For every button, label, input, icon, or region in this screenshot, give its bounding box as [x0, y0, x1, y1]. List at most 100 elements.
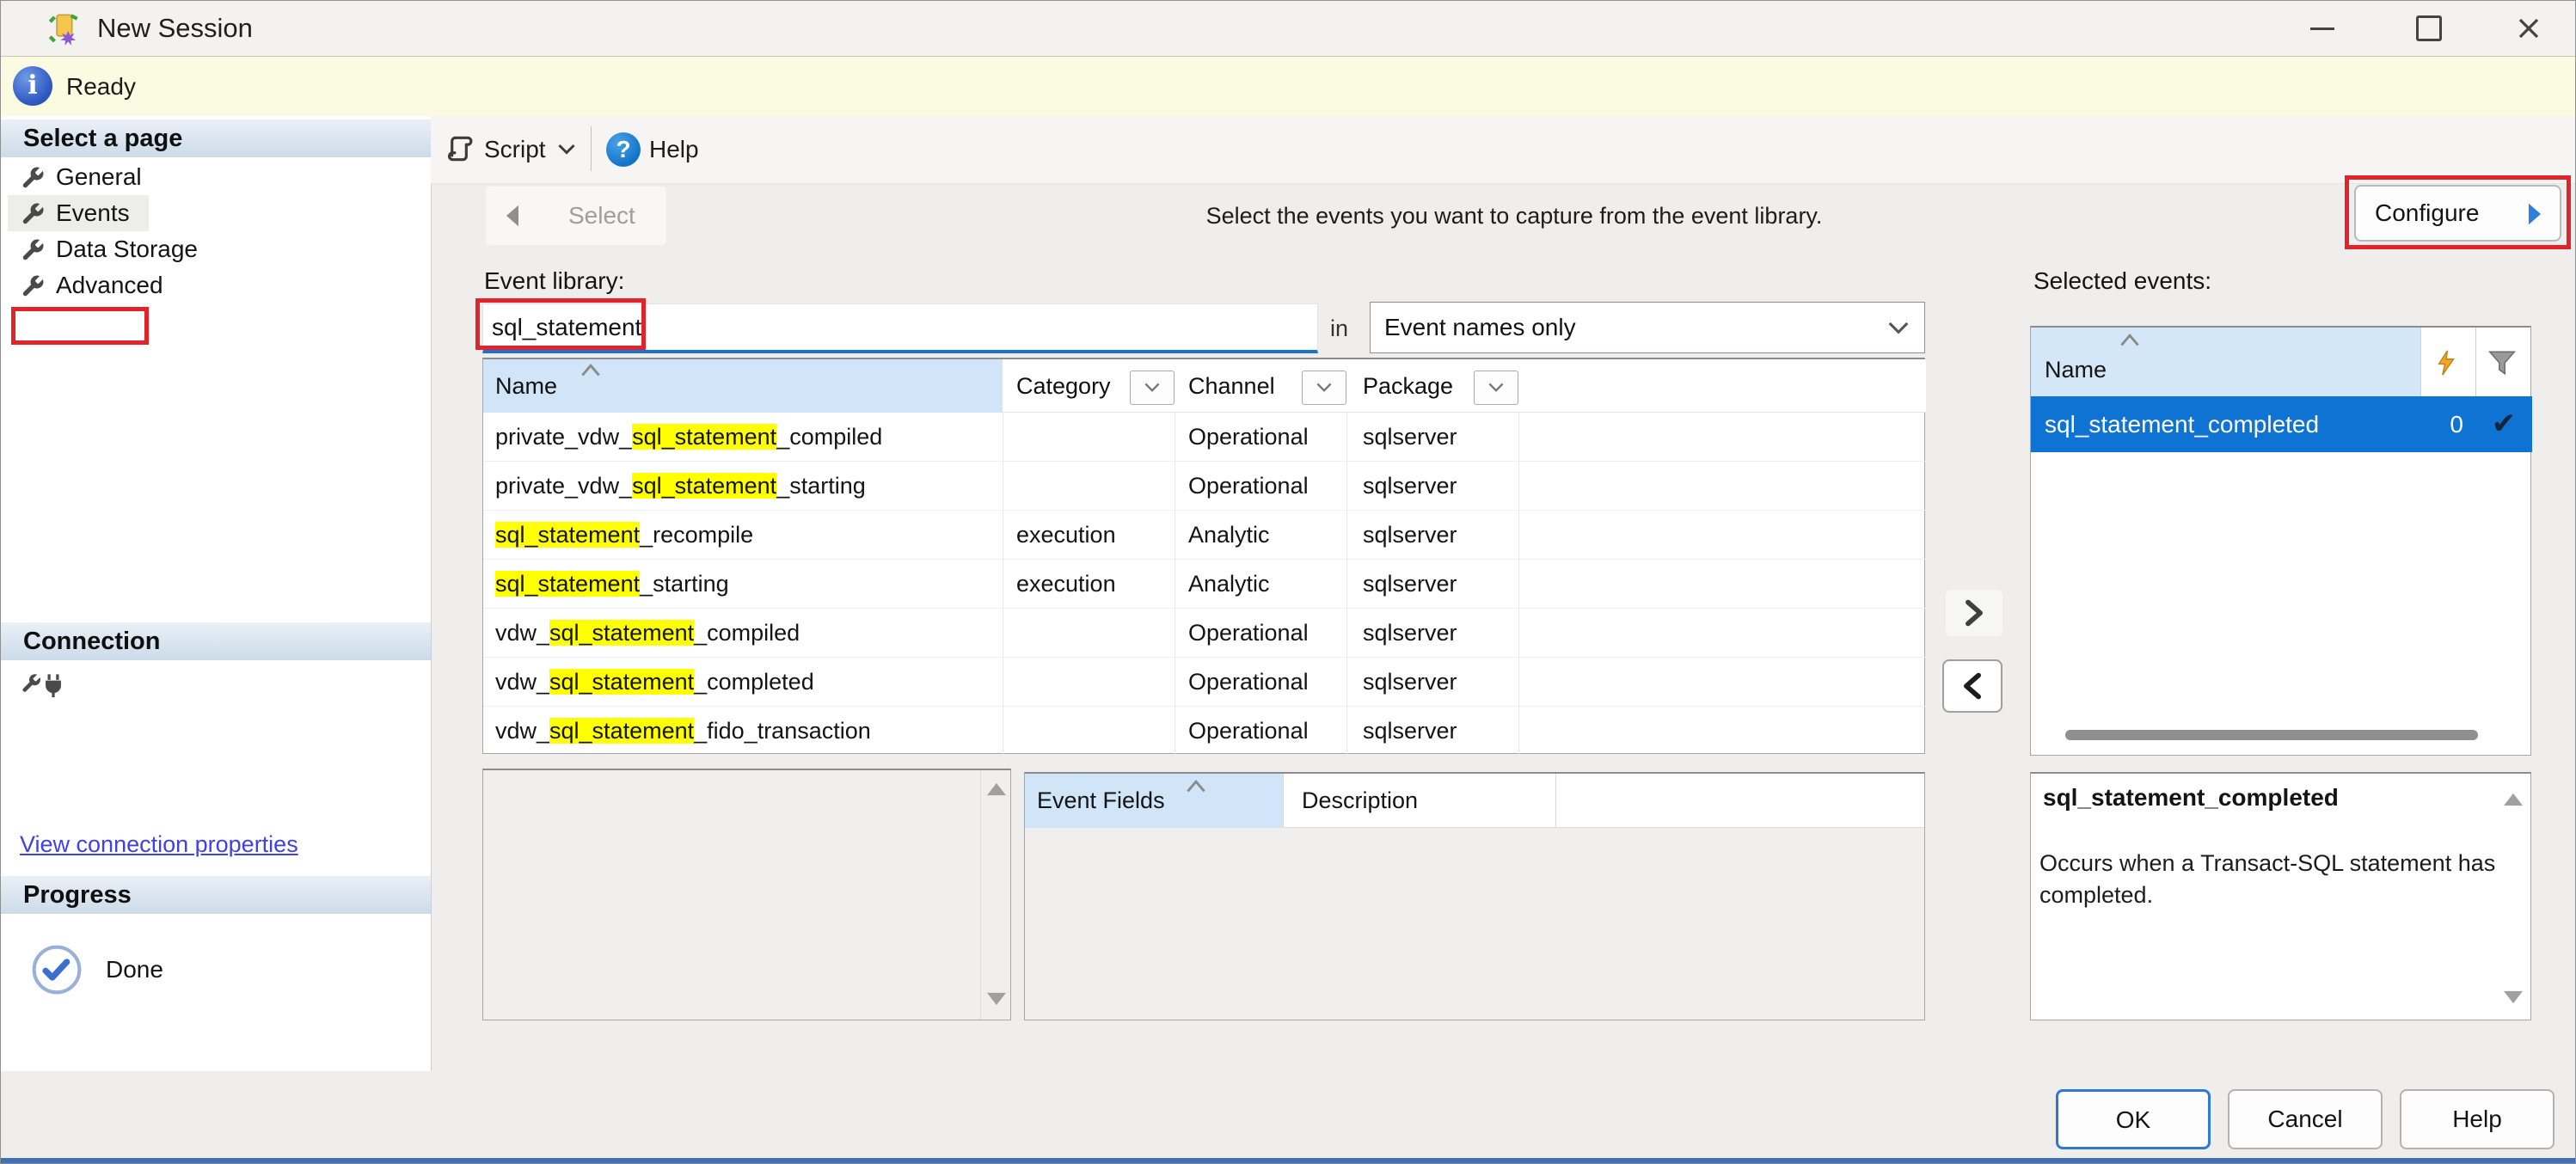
event-package: sqlserver — [1363, 707, 1457, 756]
wrench-icon — [20, 273, 46, 299]
event-row[interactable]: private_vdw_sql_statement_compiled Opera… — [483, 413, 1926, 462]
event-name-pre: vdw_ — [495, 620, 549, 646]
library-table-header: Name Category Channel Package — [483, 359, 1926, 413]
select-back-button[interactable]: Select — [486, 187, 666, 245]
column-header-description[interactable]: Description — [1302, 774, 1418, 828]
event-library-label: Event library: — [484, 264, 624, 298]
event-package: sqlserver — [1363, 462, 1457, 511]
sidebar-item-data-storage[interactable]: Data Storage — [1, 231, 431, 267]
sort-ascending-icon — [1185, 779, 1207, 793]
sidebar-item-advanced[interactable]: Advanced — [1, 267, 431, 303]
help-button[interactable]: Help — [2400, 1089, 2555, 1149]
event-fields-header: Event Fields Description — [1025, 774, 1924, 828]
close-button[interactable] — [2490, 1, 2567, 56]
forward-arrow-icon — [2525, 202, 2544, 226]
event-description-title: sql_statement_completed — [2043, 784, 2339, 812]
event-name-match: sql_statement — [495, 571, 640, 597]
sidebar-item-general[interactable]: General — [1, 159, 431, 195]
event-name-post: _fido_transaction — [694, 718, 871, 744]
remove-event-button[interactable] — [1942, 659, 2003, 713]
maximize-button[interactable] — [2390, 1, 2468, 56]
help-toolbar-button[interactable]: Help — [649, 116, 699, 183]
selected-events-label: Selected events: — [2033, 264, 2211, 298]
selected-column-header-name[interactable]: Name — [2031, 328, 2420, 396]
scroll-down-icon[interactable] — [987, 992, 1006, 1006]
selected-event-row[interactable]: sql_statement_completed 0 ✔ — [2031, 396, 2532, 452]
event-name-match: sql_statement — [549, 669, 694, 695]
info-icon: i — [13, 66, 52, 106]
event-row[interactable]: sql_statement_starting execution Analyti… — [483, 560, 1926, 609]
help-question-icon[interactable]: ? — [606, 132, 641, 167]
chevron-down-icon — [1316, 383, 1332, 393]
script-dropdown-icon[interactable] — [558, 144, 575, 156]
view-connection-properties-link[interactable]: View connection properties — [20, 831, 298, 858]
event-row[interactable]: vdw_sql_statement_completed Operational … — [483, 658, 1926, 707]
category-filter-button[interactable] — [1130, 371, 1175, 405]
event-name-match: sql_statement — [495, 522, 640, 548]
event-detail-listbox — [482, 769, 1011, 1020]
column-header-category[interactable]: Category — [1016, 359, 1111, 413]
scrollbar-track — [980, 770, 981, 1020]
minimize-icon — [2310, 28, 2334, 30]
horizontal-scrollbar-thumb[interactable] — [2065, 730, 2478, 740]
add-event-button[interactable] — [1946, 590, 2003, 636]
event-row[interactable]: sql_statement_recompile execution Analyt… — [483, 511, 1926, 560]
chevron-right-icon — [1963, 599, 1985, 627]
event-package: sqlserver — [1363, 413, 1457, 462]
sidebar-item-events[interactable]: Events — [1, 195, 431, 231]
chevron-down-icon — [1888, 322, 1909, 335]
package-filter-button[interactable] — [1474, 371, 1518, 405]
event-name-pre: vdw_ — [495, 718, 549, 744]
status-bar: i Ready — [1, 56, 2576, 118]
sidebar-item-label: Advanced — [56, 267, 163, 303]
lightning-icon[interactable] — [2432, 345, 2461, 381]
scroll-down-icon[interactable] — [2504, 990, 2523, 1004]
event-row[interactable]: private_vdw_sql_statement_starting Opera… — [483, 462, 1926, 511]
ok-button[interactable]: OK — [2056, 1089, 2211, 1149]
selected-name-label: Name — [2045, 343, 2107, 396]
event-package: sqlserver — [1363, 560, 1457, 609]
event-fields-table: Event Fields Description — [1024, 772, 1925, 1020]
column-header-name[interactable]: Name — [483, 359, 1003, 413]
back-arrow-icon — [503, 204, 522, 228]
minimize-button[interactable] — [2284, 1, 2361, 56]
event-name-post: _starting — [640, 571, 729, 597]
chevron-left-icon — [1961, 672, 1984, 700]
scroll-up-icon[interactable] — [2504, 793, 2523, 806]
cancel-button[interactable]: Cancel — [2228, 1089, 2383, 1149]
wrench-icon — [20, 201, 46, 227]
search-scope-dropdown[interactable]: Event names only — [1370, 302, 1925, 353]
configure-label: Configure — [2375, 187, 2479, 240]
channel-filter-button[interactable] — [1302, 371, 1346, 405]
configure-button[interactable]: Configure — [2354, 185, 2561, 242]
done-check-icon — [30, 943, 83, 996]
status-text: Ready — [66, 57, 136, 117]
event-name-post: _starting — [776, 473, 866, 499]
event-search-input[interactable] — [482, 303, 1318, 353]
select-a-page-header: Select a page — [1, 119, 431, 157]
script-button[interactable]: Script — [484, 116, 546, 183]
selected-event-filter-count: 0 — [2420, 396, 2463, 452]
filter-funnel-icon[interactable] — [2485, 346, 2519, 379]
main-toolbar — [431, 116, 2576, 184]
selected-events-table: Name sql_statement_completed 0 ✔ — [2030, 326, 2531, 756]
column-header-channel[interactable]: Channel — [1188, 359, 1275, 413]
event-row[interactable]: vdw_sql_statement_fido_transaction Opera… — [483, 707, 1926, 756]
event-package: sqlserver — [1363, 511, 1457, 560]
scroll-up-icon[interactable] — [987, 782, 1006, 796]
sort-ascending-icon — [2119, 333, 2141, 346]
select-back-label: Select — [568, 187, 635, 245]
event-channel: Operational — [1188, 462, 1309, 511]
script-scroll-icon[interactable] — [445, 132, 477, 166]
event-name-match: sql_statement — [632, 473, 776, 499]
column-header-event-fields[interactable]: Event Fields — [1025, 774, 1283, 828]
header-divider — [1283, 774, 1284, 828]
connection-plug-icon — [20, 671, 64, 709]
instruction-text: Select the events you want to capture fr… — [1187, 187, 1841, 245]
new-session-dialog: New Session i Ready Select a page Genera… — [0, 0, 2576, 1164]
in-label: in — [1330, 303, 1348, 353]
event-row[interactable]: vdw_sql_statement_compiled Operational s… — [483, 609, 1926, 658]
progress-status: Done — [106, 943, 163, 996]
column-header-package[interactable]: Package — [1363, 359, 1453, 413]
event-name-match: sql_statement — [632, 424, 776, 450]
